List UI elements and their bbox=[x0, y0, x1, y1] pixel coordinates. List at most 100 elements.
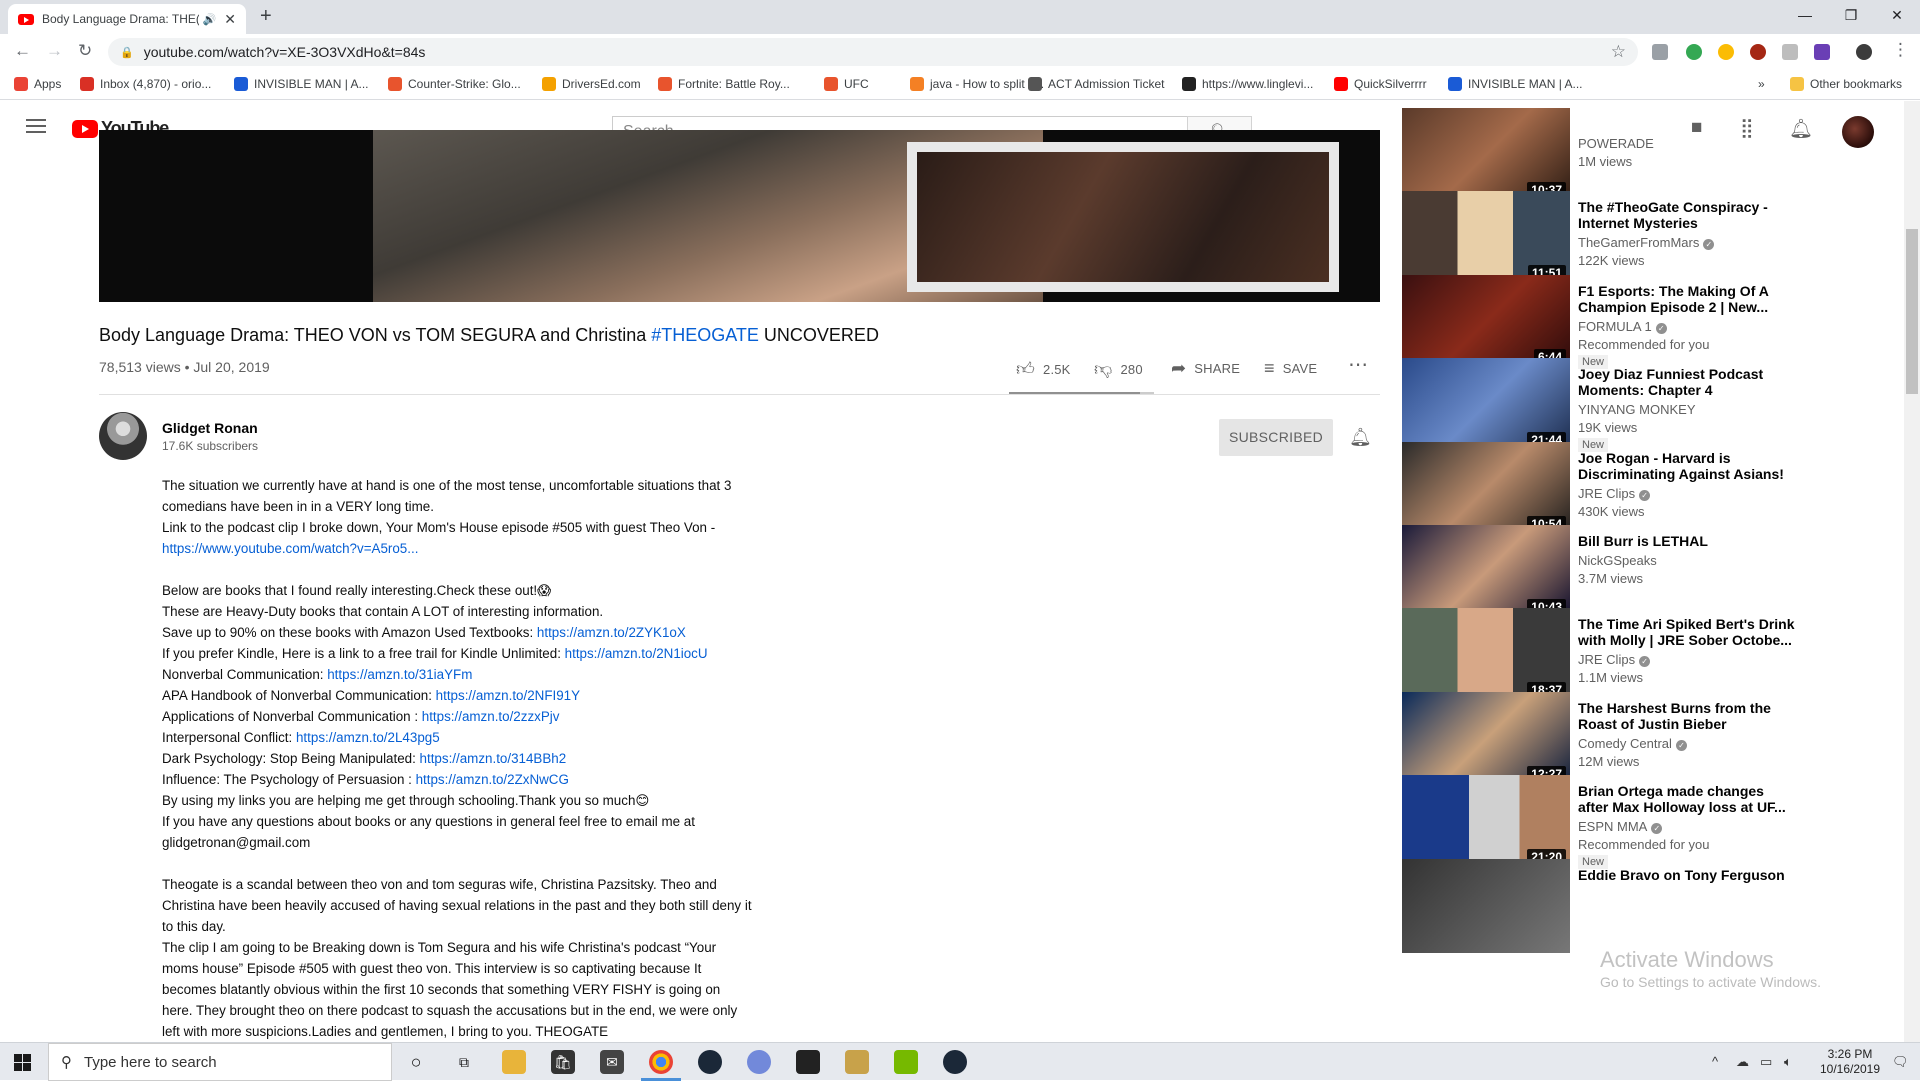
related-video-title[interactable]: Bill Burr is LETHAL bbox=[1578, 533, 1798, 549]
video-thumbnail[interactable]: 18:37 bbox=[1402, 608, 1570, 703]
related-video-title[interactable]: F1 Esports: The Making Of A Champion Epi… bbox=[1578, 283, 1798, 315]
tray-chevron-icon[interactable]: ^ bbox=[1712, 1054, 1718, 1069]
video-player[interactable] bbox=[99, 130, 1380, 302]
onedrive-icon[interactable]: ☁ bbox=[1736, 1054, 1749, 1070]
description-link[interactable]: https://amzn.to/314BBh2 bbox=[420, 751, 567, 766]
related-video-card[interactable]: 10:43 Bill Burr is LETHAL NickGSpeaks 3.7M … bbox=[1402, 525, 1802, 619]
bookmark-item[interactable]: QuickSilverrrr bbox=[1334, 77, 1427, 91]
bookmark-item[interactable]: UFC bbox=[824, 77, 869, 91]
related-video-card[interactable]: 10:37 POWERADE 1M views bbox=[1402, 108, 1802, 202]
video-thumbnail[interactable]: 10:43 bbox=[1402, 525, 1570, 619]
subscribed-button[interactable]: SUBSCRIBED bbox=[1219, 419, 1333, 456]
description-link[interactable]: https://amzn.to/2L43pg5 bbox=[296, 730, 440, 745]
minimize-button[interactable]: — bbox=[1782, 2, 1828, 28]
related-video-channel[interactable]: Comedy Central ✓ bbox=[1578, 736, 1687, 751]
reload-icon[interactable]: ↻ bbox=[78, 41, 92, 61]
related-video-title[interactable]: The #TheoGate Conspiracy - Internet Myst… bbox=[1578, 199, 1798, 231]
related-video-card[interactable]: Eddie Bravo on Tony Ferguson bbox=[1402, 858, 1802, 953]
bookmark-item[interactable]: INVISIBLE MAN | A... bbox=[1448, 77, 1583, 91]
discord-icon[interactable] bbox=[747, 1050, 771, 1074]
game-launcher-icon[interactable] bbox=[845, 1050, 869, 1074]
related-video-title[interactable]: Joey Diaz Funniest Podcast Moments: Chap… bbox=[1578, 366, 1798, 398]
profile-avatar[interactable] bbox=[1856, 44, 1872, 60]
steam-icon[interactable] bbox=[943, 1050, 967, 1074]
forward-arrow-icon[interactable]: → bbox=[46, 41, 63, 61]
related-video-channel[interactable]: TheGamerFromMars ✓ bbox=[1578, 235, 1715, 251]
bookmark-item[interactable]: ACT Admission Ticket bbox=[1028, 77, 1164, 91]
share-button[interactable]: ➦ SHARE bbox=[1171, 358, 1240, 379]
bookmark-star-icon[interactable]: ☆ bbox=[1611, 42, 1626, 62]
page-scrollbar[interactable] bbox=[1904, 101, 1920, 1042]
video-thumbnail[interactable]: 21:20 bbox=[1402, 775, 1570, 870]
lock-icon[interactable]: 🔒 bbox=[120, 46, 134, 59]
user-avatar[interactable] bbox=[1842, 116, 1874, 148]
bookmark-item[interactable]: java - How to split s... bbox=[910, 77, 1044, 91]
video-thumbnail[interactable]: 10:54 bbox=[1402, 441, 1570, 536]
related-video-channel[interactable]: POWERADE bbox=[1578, 136, 1654, 151]
back-arrow-icon[interactable]: ← bbox=[14, 41, 31, 61]
extension-icon[interactable] bbox=[1814, 44, 1830, 60]
hashtag-link[interactable]: #THEOGATE bbox=[651, 325, 759, 345]
related-video-title[interactable]: The Harshest Burns from the Roast of Jus… bbox=[1578, 700, 1798, 732]
bookmark-item[interactable]: DriversEd.com bbox=[542, 77, 641, 91]
bookmark-item[interactable]: https://www.linglevi... bbox=[1182, 77, 1313, 91]
new-tab-button[interactable]: + bbox=[260, 5, 272, 28]
bookmark-item[interactable]: Apps bbox=[14, 77, 61, 91]
channel-avatar[interactable] bbox=[99, 412, 147, 460]
more-actions-icon[interactable]: ⋯ bbox=[1348, 352, 1368, 377]
related-video-card[interactable]: 6:44 F1 Esports: The Making Of A Champion… bbox=[1402, 274, 1802, 369]
related-video-card[interactable]: 10:54 Joe Rogan - Harvard is Discriminati… bbox=[1402, 441, 1802, 536]
description-link[interactable]: https://amzn.to/31iaYFm bbox=[327, 667, 472, 682]
related-video-channel[interactable]: JRE Clips ✓ bbox=[1578, 486, 1651, 501]
channel-name[interactable]: Glidget Ronan bbox=[162, 420, 258, 436]
extension-icon[interactable] bbox=[1652, 44, 1668, 60]
description-link[interactable]: https://amzn.to/2N1iocU bbox=[565, 646, 708, 661]
related-video-card[interactable]: 21:20 Brian Ortega made changes after Max… bbox=[1402, 775, 1802, 870]
related-video-title[interactable]: Eddie Bravo on Tony Ferguson bbox=[1578, 867, 1798, 883]
video-thumbnail[interactable]: 11:51 bbox=[1402, 191, 1570, 286]
video-thumbnail[interactable]: 10:37 bbox=[1402, 108, 1570, 202]
related-video-channel[interactable]: FORMULA 1 ✓ bbox=[1578, 319, 1667, 334]
related-video-card[interactable]: 18:37 The Time Ari Spiked Bert's Drink wi… bbox=[1402, 608, 1802, 703]
extension-icon[interactable] bbox=[1718, 44, 1734, 60]
save-button[interactable]: ≡ SAVE bbox=[1264, 358, 1317, 379]
address-bar[interactable]: 🔒 youtube.com/watch?v=XE-3O3VXdHo&t=84s … bbox=[108, 38, 1638, 66]
bookmark-item[interactable]: Inbox (4,870) - orio... bbox=[80, 77, 211, 91]
network-icon[interactable]: ▭ bbox=[1760, 1054, 1772, 1070]
app-icon[interactable] bbox=[796, 1050, 820, 1074]
mail-icon[interactable]: ✉ bbox=[600, 1050, 624, 1074]
dislike-button[interactable]: 👎︎ 280 bbox=[1094, 358, 1143, 380]
video-thumbnail[interactable] bbox=[1402, 858, 1570, 953]
steam-icon[interactable] bbox=[698, 1050, 722, 1074]
related-video-card[interactable]: 11:51 The #TheoGate Conspiracy - Internet… bbox=[1402, 191, 1802, 286]
notification-bell-icon[interactable]: 🔔︎ bbox=[1349, 427, 1372, 448]
action-center-icon[interactable]: 🗨︎ bbox=[1892, 1054, 1909, 1070]
browser-tab[interactable]: Body Language Drama: THE( 🔊 ✕ bbox=[8, 4, 246, 34]
close-tab-icon[interactable]: ✕ bbox=[224, 11, 236, 28]
nvidia-icon[interactable] bbox=[894, 1050, 918, 1074]
video-thumbnail[interactable]: 21:44 bbox=[1402, 358, 1570, 453]
related-video-title[interactable]: The Time Ari Spiked Bert's Drink with Mo… bbox=[1578, 616, 1798, 648]
video-thumbnail[interactable]: 6:44 bbox=[1402, 274, 1570, 369]
related-video-channel[interactable]: YINYANG MONKEY bbox=[1578, 402, 1696, 417]
bookmarks-overflow-icon[interactable]: » bbox=[1758, 77, 1765, 91]
task-view-icon[interactable]: ⧉ bbox=[452, 1050, 476, 1074]
other-bookmarks-folder[interactable]: Other bookmarks bbox=[1790, 77, 1902, 91]
related-video-title[interactable]: Brian Ortega made changes after Max Holl… bbox=[1578, 783, 1798, 815]
description-link[interactable]: https://amzn.to/2zzxPjv bbox=[422, 709, 560, 724]
maximize-button[interactable]: ❐ bbox=[1828, 2, 1874, 28]
close-window-button[interactable]: ✕ bbox=[1874, 2, 1920, 28]
related-video-channel[interactable]: ESPN MMA ✓ bbox=[1578, 819, 1663, 835]
bookmark-item[interactable]: Fortnite: Battle Roy... bbox=[658, 77, 790, 91]
bookmark-item[interactable]: INVISIBLE MAN | A... bbox=[234, 77, 369, 91]
store-icon[interactable]: 🛍︎ bbox=[551, 1050, 575, 1074]
taskbar-search-input[interactable]: ⚲ Type here to search bbox=[48, 1043, 392, 1081]
related-video-card[interactable]: 12:27 The Harshest Burns from the Roast o… bbox=[1402, 691, 1802, 786]
file-explorer-icon[interactable] bbox=[502, 1050, 526, 1074]
description-link[interactable]: https://www.youtube.com/watch?v=A5ro5... bbox=[162, 541, 418, 556]
scrollbar-thumb[interactable] bbox=[1906, 229, 1918, 394]
video-thumbnail[interactable]: 12:27 bbox=[1402, 691, 1570, 786]
speaker-icon[interactable]: 🔊 bbox=[203, 13, 217, 26]
like-button[interactable]: 👍︎ 2.5K bbox=[1016, 358, 1071, 380]
bookmark-item[interactable]: Counter-Strike: Glo... bbox=[388, 77, 521, 91]
